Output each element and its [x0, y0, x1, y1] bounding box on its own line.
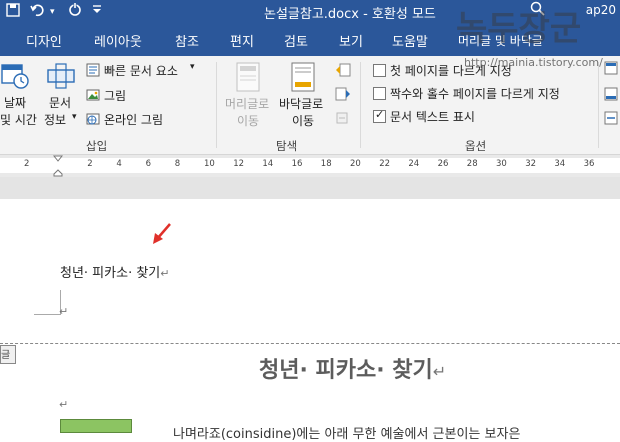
go-to-header-icon — [235, 62, 261, 96]
ribbon-separator — [598, 62, 599, 148]
odd-even-label[interactable]: 짝수와 홀수 페이지를 다르게 지정 — [390, 85, 560, 102]
ruler-tick-label: 12 — [233, 159, 245, 169]
tab-help[interactable]: 도움말 — [392, 31, 428, 50]
navigation-group-label: 탐색 — [276, 139, 298, 153]
ruler-tick-label: 20 — [350, 159, 361, 169]
header-text[interactable]: 청년· 피카소· 찾기↵ — [60, 262, 169, 281]
document-heading[interactable]: 청년· 피카소· 찾기↵ — [259, 352, 446, 384]
document-info-icon[interactable] — [46, 62, 76, 94]
doc-info-dropdown-icon[interactable]: ▾ — [72, 112, 77, 122]
go-to-header-label-1: 머리글로 — [225, 97, 270, 111]
ribbon-separator — [216, 62, 217, 148]
header-position-icon[interactable] — [604, 60, 618, 79]
undo-dropdown-icon[interactable]: ▾ — [50, 7, 55, 17]
search-icon[interactable] — [530, 1, 546, 21]
ruler-tick-label: 24 — [408, 159, 420, 169]
ruler-tick-label: 8 — [174, 159, 181, 169]
ruler-tick-label: 10 — [204, 159, 215, 169]
header-tag: 글 — [0, 345, 16, 364]
redo-icon[interactable] — [68, 3, 82, 21]
link-to-previous-icon — [335, 110, 351, 129]
horizontal-ruler[interactable]: 2 2 4 6 8 10 12 14 16 18 20 22 24 26 28 30 32 34 36 — [0, 155, 620, 185]
tab-review[interactable]: 검토 — [284, 31, 308, 50]
go-to-footer-label-1[interactable]: 바닥글로 — [279, 95, 323, 112]
tab-references[interactable]: 참조 — [175, 31, 199, 50]
paragraph-mark: ↵ — [59, 305, 69, 318]
show-document-text-checkbox[interactable]: ✓ — [373, 108, 386, 123]
undo-icon[interactable] — [30, 3, 46, 21]
ruler-tick-label: 18 — [320, 159, 332, 169]
doc-info-label-1[interactable]: 문서 — [49, 94, 71, 111]
ruler-tick-label: 30 — [496, 159, 507, 169]
ruler-tick-label: 6 — [145, 159, 152, 169]
ribbon-separator — [360, 62, 361, 148]
ruler-tick-label: 26 — [437, 159, 449, 169]
doc-info-label-2[interactable]: 정보 — [44, 111, 66, 128]
quick-parts-icon[interactable] — [86, 62, 100, 81]
previous-section-icon[interactable] — [335, 62, 351, 81]
tab-mailings[interactable]: 편지 — [230, 31, 254, 50]
date-time-label-1[interactable]: 날짜 — [4, 94, 26, 111]
body-text-line[interactable]: 나며라죠(coinsidine)에는 아래 무한 예술에서 근본이는 보자은 — [173, 423, 520, 442]
go-to-footer-label-2[interactable]: 이동 — [292, 112, 314, 129]
document-title: 논설글참고.docx - 호환성 모드 — [264, 7, 436, 22]
ruler-tick-label: 28 — [466, 159, 478, 169]
paragraph-mark: ↵ — [160, 267, 170, 280]
go-to-footer-icon[interactable] — [290, 62, 316, 96]
document-page[interactable]: 청년· 피카소· 찾기↵ ↵ 글 청년· 피카소· 찾기↵ ↵ 나며라죠(coi… — [0, 199, 620, 442]
odd-even-checkbox[interactable] — [373, 87, 386, 100]
date-time-label-2[interactable]: 및 시간 — [0, 111, 37, 128]
heading-text: 청년· 피카소· 찾기 — [259, 358, 433, 383]
ribbon-tabs: 디자인 레이아웃 참조 편지 검토 보기 도움말 머리글 및 바닥글 — [0, 24, 620, 56]
ruler-tick-label: 2 — [24, 159, 30, 169]
first-page-checkbox[interactable] — [373, 64, 386, 77]
online-picture-label[interactable]: 온라인 그림 — [104, 111, 163, 128]
ruler-gutter — [0, 177, 620, 199]
ruler-tick-label: 36 — [583, 159, 595, 169]
ruler-tick-label: 16 — [291, 159, 303, 169]
customize-quick-access-icon[interactable] — [92, 2, 102, 20]
ruler-tick-label: 2 — [87, 159, 93, 169]
paragraph-mark: ↵ — [59, 398, 69, 411]
quick-parts-label[interactable]: 빠른 문서 요소 — [104, 62, 178, 79]
calendar-clock-icon[interactable] — [0, 62, 30, 94]
options-group-label: 옵션 — [465, 139, 487, 153]
red-arrow-annotation — [150, 221, 174, 249]
tab-layout[interactable]: 레이아웃 — [94, 31, 142, 50]
tab-design[interactable]: 디자인 — [26, 31, 62, 50]
footer-position-icon[interactable] — [604, 86, 618, 105]
next-section-icon[interactable] — [335, 86, 351, 105]
go-to-header-label-2: 이동 — [237, 114, 260, 128]
ruler-tick-label: 14 — [262, 159, 274, 169]
online-picture-icon[interactable] — [86, 111, 100, 130]
checkmark-icon: ✓ — [375, 108, 385, 121]
quick-parts-dropdown-icon[interactable]: ▾ — [190, 62, 195, 72]
ruler-tick-label: 22 — [379, 159, 391, 169]
margin-corner-mark — [34, 290, 61, 315]
ruler-tick-label: 32 — [525, 159, 537, 169]
show-document-text-label[interactable]: 문서 텍스트 표시 — [390, 108, 475, 125]
insert-group-label: 삽입 — [86, 139, 108, 153]
tab-header-footer[interactable]: 머리글 및 바닥글 — [458, 32, 543, 49]
alignment-tab-icon[interactable] — [604, 110, 618, 129]
first-page-label[interactable]: 첫 페이지를 다르게 지정 — [390, 62, 512, 79]
header-divider-line — [0, 343, 620, 344]
user-name[interactable]: ap20 — [586, 3, 616, 17]
tab-view[interactable]: 보기 — [339, 31, 363, 50]
picture-icon[interactable] — [86, 87, 100, 106]
picture-label[interactable]: 그림 — [104, 87, 126, 104]
header-line-text: 청년· 피카소· 찾기 — [60, 266, 161, 281]
ruler-tick-label: 34 — [554, 159, 566, 169]
ruler-tick-label: 4 — [116, 159, 122, 169]
ribbon: 날짜 및 시간 문서 정보 ▾ 빠른 문서 요소 ▾ 그림 온라인 그림 삽입 … — [0, 56, 620, 155]
title-bar: ▾ 논설글참고.docx - 호환성 모드 ap20 — [0, 0, 620, 24]
save-icon[interactable] — [6, 3, 20, 21]
green-shape[interactable] — [60, 419, 132, 433]
paragraph-mark: ↵ — [432, 362, 447, 381]
